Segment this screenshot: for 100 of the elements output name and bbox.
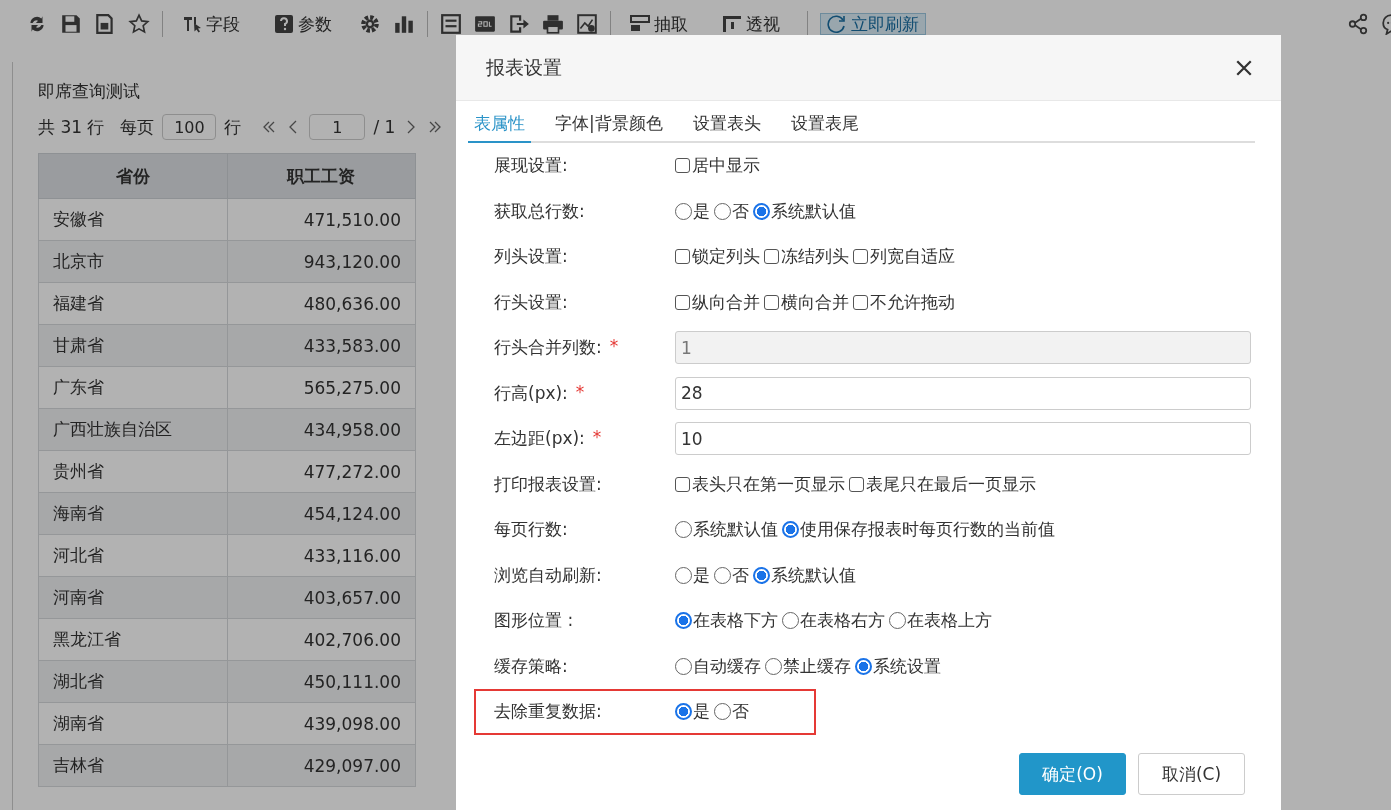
option-label: 系统设置 — [873, 654, 941, 678]
refresh-icon — [827, 14, 847, 34]
settings-icon[interactable] — [359, 13, 381, 35]
cancel-button[interactable]: 取消(C) — [1138, 753, 1245, 795]
checkbox[interactable] — [853, 294, 868, 310]
pivot-icon — [722, 14, 742, 34]
table-cell: 湖北省 — [38, 660, 227, 703]
column-header[interactable]: 省份 — [38, 153, 227, 199]
tab[interactable]: 设置表尾 — [784, 109, 865, 143]
column-header[interactable]: 职工工资 — [227, 153, 416, 199]
form-icon[interactable] — [440, 13, 462, 35]
table-cell: 434,958.00 — [227, 408, 416, 451]
table-cell: 黑龙江省 — [38, 618, 227, 661]
field-label: 缓存策略: — [494, 654, 568, 678]
field-label: 左边距(px): — [494, 427, 585, 451]
chart-settings-icon[interactable] — [576, 13, 598, 35]
option-label: 使用保存报表时每页行数的当前值 — [800, 518, 1055, 542]
option-label: 否 — [732, 563, 749, 587]
report-title: 即席查询测试 — [38, 80, 141, 103]
field-label: 列头设置: — [494, 245, 568, 269]
per-page-field[interactable]: 100 — [162, 114, 217, 140]
pivot-button[interactable]: 透视 — [715, 13, 787, 35]
fields-button[interactable]: 字段 — [175, 13, 247, 35]
table-cell: 480,636.00 — [227, 282, 416, 325]
option-label: 冻结列头 — [781, 245, 849, 269]
field-label: 行头设置: — [494, 290, 568, 314]
table-cell: 402,706.00 — [227, 618, 416, 661]
option-label: 禁止缓存 — [783, 654, 851, 678]
table-cell: 565,275.00 — [227, 366, 416, 409]
required-mark: * — [575, 381, 585, 404]
star-icon[interactable] — [128, 13, 150, 35]
table-cell: 海南省 — [38, 492, 227, 535]
tab[interactable]: 表属性 — [468, 109, 531, 143]
option-label: 表尾只在最后一页显示 — [866, 472, 1036, 496]
fields-icon — [182, 14, 202, 34]
save-as-icon[interactable] — [94, 13, 116, 35]
share-icon[interactable] — [1347, 13, 1369, 35]
table-cell: 943,120.00 — [227, 240, 416, 283]
table-cell: 450,111.00 — [227, 660, 416, 703]
table-cell: 北京市 — [38, 240, 227, 283]
refresh-now-button[interactable]: 立即刷新 — [820, 13, 926, 35]
table-cell: 429,097.00 — [227, 744, 416, 787]
table-cell: 河南省 — [38, 576, 227, 619]
option-label: 是 — [693, 563, 710, 587]
field-label: 去除重复数据: — [494, 700, 602, 724]
checkbox[interactable] — [853, 249, 868, 265]
save-icon[interactable] — [60, 13, 82, 35]
checkbox[interactable] — [675, 476, 690, 492]
checkbox[interactable] — [849, 476, 864, 492]
required-mark: * — [609, 336, 619, 359]
option-label: 不允许拖动 — [870, 290, 955, 314]
option-label: 在表格下方 — [693, 609, 778, 633]
tab[interactable]: 字体|背景颜色 — [549, 109, 669, 143]
radio-button[interactable] — [782, 521, 799, 539]
option-label: 系统默认值 — [771, 199, 856, 223]
table-cell: 477,272.00 — [227, 450, 416, 493]
rows-unit: 行 — [224, 115, 242, 139]
help-icon — [274, 14, 294, 34]
option-label: 是 — [693, 199, 710, 223]
checkbox[interactable] — [675, 249, 690, 265]
export-icon[interactable] — [508, 13, 530, 35]
option-label: 横向合并 — [781, 290, 849, 314]
input-field[interactable]: 28 — [675, 376, 1251, 410]
option-label: 否 — [732, 700, 749, 724]
radio-button[interactable] — [675, 703, 692, 721]
field-label: 浏览自动刷新: — [494, 563, 602, 587]
close-icon[interactable] — [1235, 58, 1253, 77]
checkbox[interactable] — [675, 294, 690, 310]
table-cell: 湖南省 — [38, 702, 227, 745]
checkbox[interactable] — [675, 158, 690, 174]
dialog-title: 报表设置 — [486, 54, 562, 80]
table-cell: 433,583.00 — [227, 324, 416, 367]
page-count: / 1 — [373, 117, 396, 137]
radio-button[interactable] — [753, 202, 770, 220]
table-cell: 安徽省 — [38, 198, 227, 241]
field-label: 获取总行数: — [494, 199, 585, 223]
extract-button[interactable]: 抽取 — [623, 13, 695, 35]
table-cell: 471,510.00 — [227, 198, 416, 241]
radio-button[interactable] — [855, 657, 872, 675]
field-label: 展现设置: — [494, 154, 568, 178]
radio-button[interactable] — [753, 566, 770, 584]
option-label: 自动缓存 — [693, 654, 761, 678]
option-label: 系统默认值 — [693, 518, 778, 542]
printer-icon[interactable] — [542, 13, 564, 35]
table-cell: 贵州省 — [38, 450, 227, 493]
bar-chart-icon[interactable] — [393, 13, 415, 35]
option-label: 在表格上方 — [907, 609, 992, 633]
table-cell: 439,098.00 — [227, 702, 416, 745]
option-label: 锁定列头 — [692, 245, 760, 269]
option-label: 纵向合并 — [692, 290, 760, 314]
table-cell: 福建省 — [38, 282, 227, 325]
page-field[interactable]: 1 — [309, 114, 366, 140]
checkbox[interactable] — [764, 294, 779, 310]
tab[interactable]: 设置表头 — [686, 109, 767, 143]
option-label: 表头只在第一页显示 — [692, 472, 845, 496]
parameters-button[interactable]: 参数 — [267, 13, 339, 35]
radio-button[interactable] — [675, 612, 692, 630]
option-label: 列宽自适应 — [870, 245, 955, 269]
input-field[interactable]: 10 — [675, 422, 1251, 456]
checkbox[interactable] — [764, 249, 779, 265]
